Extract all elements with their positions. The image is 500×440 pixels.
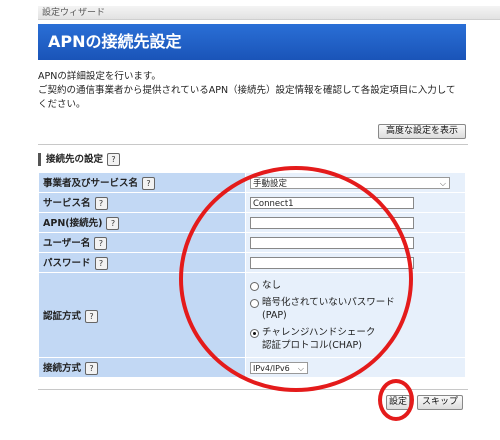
row-apn: APN(接続先)?	[38, 212, 466, 233]
connection-label: 接続方式	[43, 363, 82, 374]
help-icon[interactable]: ?	[107, 153, 121, 166]
auth-option-pap-text: 暗号化されていないパスワード (PAP)	[262, 296, 395, 322]
auth-option-chap-label: チャレンジハンドシェーク	[262, 326, 376, 338]
radio-button[interactable]	[250, 298, 259, 308]
auth-label: 認証方式	[43, 310, 82, 322]
help-icon[interactable]: ?	[94, 257, 108, 270]
description-line-1: APNの詳細設定を行います。	[38, 71, 161, 82]
radio-button-selected[interactable]	[250, 328, 259, 338]
row-service-name: サービス名? Connect1	[38, 192, 466, 213]
divider-top	[38, 144, 468, 145]
row-carrier: 事業者及びサービス名? 手動設定 ⌵	[38, 172, 466, 193]
row-password: パスワード?	[38, 252, 466, 273]
auth-option-pap-label: 暗号化されていないパスワード	[262, 296, 395, 308]
chevron-down-icon: ⌵	[439, 178, 446, 188]
section-title: 接続先の設定?	[38, 153, 121, 166]
auth-value-cell: なし 暗号化されていないパスワード (PAP) チャレンジハンドシェーク 認証プ…	[245, 272, 466, 358]
skip-button[interactable]: スキップ	[417, 395, 463, 410]
page-title-text: APNの接続先設定	[48, 32, 182, 51]
password-input[interactable]	[250, 256, 414, 269]
show-advanced-button[interactable]: 高度な設定を表示	[378, 124, 466, 139]
apn-value-cell	[245, 212, 466, 233]
username-label-cell: ユーザー名?	[38, 232, 246, 253]
auth-option-pap-sub: (PAP)	[262, 309, 287, 321]
row-auth: 認証方式? なし 暗号化されていないパスワード (PAP) チャレンジハンドシェ…	[38, 272, 466, 358]
help-icon[interactable]: ?	[94, 197, 108, 210]
connection-label-cell: 接続方式?	[38, 357, 246, 378]
wizard-header: 設定ウィザード	[38, 6, 500, 20]
password-label: パスワード	[43, 258, 91, 269]
username-label: ユーザー名	[43, 238, 91, 249]
apn-label-cell: APN(接続先)?	[38, 212, 246, 233]
service-name-value-cell: Connect1	[245, 192, 466, 213]
help-icon[interactable]: ?	[94, 237, 108, 250]
chevron-down-icon: ⌵	[297, 363, 304, 373]
divider-bottom	[38, 389, 468, 390]
username-value-cell	[245, 232, 466, 253]
help-icon[interactable]: ?	[106, 217, 120, 230]
page-title: APNの接続先設定	[38, 24, 466, 60]
password-label-cell: パスワード?	[38, 252, 246, 273]
description-line-3: ください。	[38, 99, 86, 110]
password-value-cell	[245, 252, 466, 273]
carrier-select-value: 手動設定	[253, 178, 288, 189]
description-line-2: ご契約の通信事業者から提供されているAPN（接続先）設定情報を確認して各設定項目…	[38, 85, 456, 96]
auth-option-chap-sub: 認証プロトコル(CHAP)	[262, 339, 362, 351]
service-name-label-cell: サービス名?	[38, 192, 246, 213]
apn-label: APN(接続先)	[43, 218, 103, 229]
username-input[interactable]	[250, 236, 414, 249]
section-title-text: 接続先の設定	[46, 154, 104, 165]
connection-select-value: IPv4/IPv6	[253, 363, 290, 373]
connection-value-cell: IPv4/IPv6 ⌵	[245, 357, 466, 378]
carrier-label: 事業者及びサービス名	[43, 178, 139, 189]
set-button[interactable]: 設定	[386, 395, 410, 410]
row-username: ユーザー名?	[38, 232, 466, 253]
auth-option-chap[interactable]: チャレンジハンドシェーク 認証プロトコル(CHAP)	[250, 326, 461, 352]
auth-label-cell: 認証方式?	[38, 272, 246, 358]
help-icon[interactable]: ?	[85, 309, 99, 323]
help-icon[interactable]: ?	[142, 177, 156, 190]
apn-settings-table: 事業者及びサービス名? 手動設定 ⌵ サービス名? Connect1 APN(接…	[38, 172, 466, 378]
wizard-label: 設定ウィザード	[42, 8, 106, 18]
connection-select[interactable]: IPv4/IPv6 ⌵	[250, 361, 308, 374]
auth-option-none[interactable]: なし	[250, 279, 461, 292]
service-name-label: サービス名	[43, 198, 91, 209]
auth-option-none-label: なし	[262, 279, 282, 291]
row-connection: 接続方式? IPv4/IPv6 ⌵	[38, 357, 466, 378]
description: APNの詳細設定を行います。 ご契約の通信事業者から提供されているAPN（接続先…	[38, 70, 478, 112]
auth-option-chap-text: チャレンジハンドシェーク 認証プロトコル(CHAP)	[262, 326, 375, 352]
auth-option-pap[interactable]: 暗号化されていないパスワード (PAP)	[250, 296, 461, 322]
carrier-label-cell: 事業者及びサービス名?	[38, 172, 246, 193]
radio-button[interactable]	[250, 281, 259, 291]
help-icon[interactable]: ?	[85, 362, 99, 375]
apn-input[interactable]	[250, 216, 414, 229]
carrier-value-cell: 手動設定 ⌵	[245, 172, 466, 193]
service-name-input[interactable]: Connect1	[250, 196, 414, 209]
carrier-select[interactable]: 手動設定 ⌵	[250, 176, 450, 189]
